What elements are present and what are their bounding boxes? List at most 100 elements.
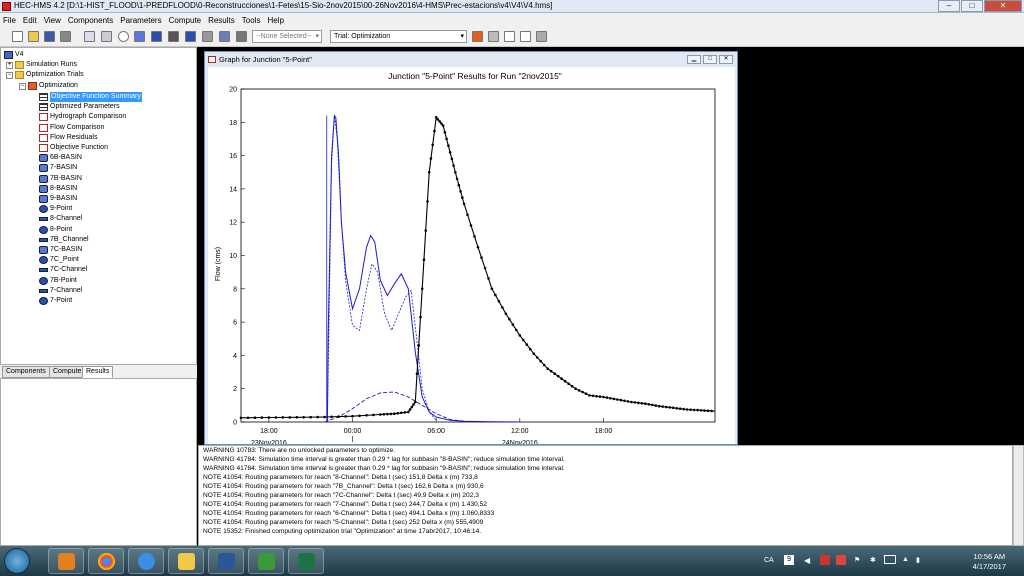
menu-file[interactable]: File	[3, 16, 16, 25]
start-button[interactable]	[4, 548, 30, 574]
tree-item-9-basin[interactable]: 9-BASIN	[39, 194, 77, 204]
tree-item-7b-point[interactable]: 7B-Point	[39, 276, 77, 286]
minimize-button[interactable]: –	[938, 0, 960, 12]
flag-icon[interactable]: ⚑	[854, 556, 860, 564]
menu-view[interactable]: View	[44, 16, 61, 25]
menu-edit[interactable]: Edit	[23, 16, 37, 25]
tree-item-8-basin[interactable]: 8-BASIN	[39, 184, 77, 194]
bluetooth-icon[interactable]: ✱	[870, 556, 876, 564]
taskbar-media-player[interactable]	[48, 548, 84, 574]
time-series-table-icon[interactable]	[536, 31, 547, 42]
zoom-tool-icon[interactable]	[118, 31, 129, 42]
graph-minimize-button[interactable]: ▁	[687, 55, 701, 64]
optimization-trial-icon	[28, 82, 37, 90]
system-tray: CA 9 ◀ ⚑ ✱ ▲ ▮ 10:56 AM 4/17/2017	[754, 546, 1024, 576]
tree-optimization[interactable]: − Optimization	[19, 81, 78, 91]
collapse-icon[interactable]: −	[6, 71, 13, 79]
tree-item-9-point[interactable]: 9-Point	[39, 204, 72, 214]
graph-window-titlebar[interactable]: Graph for Junction "5-Point"	[205, 52, 737, 67]
clock-date: 4/17/2017	[972, 562, 1006, 571]
tree-optimization-trials[interactable]: − Optimization Trials	[6, 70, 84, 80]
antivirus-icon[interactable]	[836, 555, 846, 565]
new-file-icon[interactable]	[12, 31, 23, 42]
battery-icon[interactable]	[884, 555, 896, 564]
clock[interactable]: 10:56 AM 4/17/2017	[973, 552, 1006, 572]
subbasin-tool-icon[interactable]	[134, 31, 145, 42]
source-tool-icon[interactable]	[219, 31, 230, 42]
hec-hms-icon	[258, 553, 275, 570]
data-point	[415, 372, 419, 376]
tree-item-7c-channel[interactable]: 7C-Channel	[39, 265, 87, 275]
compute-icon[interactable]	[472, 31, 483, 42]
arrow-tool-icon[interactable]	[84, 31, 95, 42]
tree-root[interactable]: V4	[4, 50, 24, 60]
trial-select-dropdown[interactable]: Trial: Optimization ▾	[330, 30, 467, 43]
open-folder-icon[interactable]	[28, 31, 39, 42]
global-summary-icon[interactable]	[488, 31, 499, 42]
graph-close-button[interactable]: ✕	[719, 55, 733, 64]
print-icon[interactable]	[60, 31, 71, 42]
sink-tool-icon[interactable]	[236, 31, 247, 42]
menu-parameters[interactable]: Parameters	[120, 16, 161, 25]
data-point	[424, 229, 427, 232]
element-select-dropdown[interactable]: --None Selected-- ▾	[252, 30, 322, 43]
menu-compute[interactable]: Compute	[169, 16, 201, 25]
reach-icon	[39, 268, 48, 273]
tree-item-7-channel[interactable]: 7-Channel	[39, 286, 82, 296]
tree-item-hydrograph-comparison[interactable]: Hydrograph Comparison	[39, 112, 126, 122]
pan-tool-icon[interactable]	[101, 31, 112, 42]
diversion-tool-icon[interactable]	[202, 31, 213, 42]
security-icon[interactable]	[820, 555, 830, 565]
maximize-button[interactable]: □	[961, 0, 983, 12]
tree-simulation-runs[interactable]: + Simulation Runs	[6, 60, 77, 70]
language-indicator[interactable]: CA	[764, 557, 774, 564]
taskbar-ie[interactable]	[128, 548, 164, 574]
taskbar-excel[interactable]	[288, 548, 324, 574]
taskbar-explorer[interactable]	[168, 548, 204, 574]
network-icon[interactable]: ▲	[902, 556, 909, 563]
taskbar-hec-hms[interactable]	[248, 548, 284, 574]
menu-tools[interactable]: Tools	[242, 16, 261, 25]
tree-item-objective-function-summary[interactable]: Objective Function Summary	[39, 92, 142, 102]
tree-item-optimized-parameters[interactable]: Optimized Parameters	[39, 102, 120, 112]
data-point	[358, 414, 361, 418]
tab-components[interactable]: Components	[2, 366, 50, 378]
close-button[interactable]: ✕	[984, 0, 1022, 12]
tree-item-flow-comparison[interactable]: Flow Comparison	[39, 123, 104, 133]
tab-results[interactable]: Results	[82, 366, 114, 378]
summary-table-icon[interactable]	[520, 31, 531, 42]
series-line-dashed-blue-1	[327, 115, 437, 423]
graph-results-icon[interactable]	[504, 31, 515, 42]
reservoir-tool-icon[interactable]	[168, 31, 179, 42]
tree-item-7b-channel[interactable]: 7B_Channel	[39, 235, 89, 245]
excel-icon	[298, 553, 315, 570]
volume-icon[interactable]: ◀	[804, 556, 810, 565]
data-point	[365, 414, 368, 417]
tree-item-7c-basin[interactable]: 7C-BASIN	[39, 245, 82, 255]
console-scrollbar[interactable]	[1013, 445, 1024, 546]
tree-item-7-basin[interactable]: 7-BASIN	[39, 163, 77, 173]
menu-help[interactable]: Help	[267, 16, 283, 25]
tree-item-8-channel[interactable]: 8-Channel	[39, 214, 82, 224]
graph-maximize-button[interactable]: □	[703, 55, 717, 64]
menu-components[interactable]: Components	[68, 16, 113, 25]
junction-tool-icon[interactable]	[185, 31, 196, 42]
graph-window[interactable]: Graph for Junction "5-Point" ▁ □ ✕ Junct…	[204, 51, 738, 447]
tree-item-8-point[interactable]: 8-Point	[39, 225, 72, 235]
menu-results[interactable]: Results	[208, 16, 235, 25]
tree-item-objective-function[interactable]: Objective Function	[39, 143, 108, 153]
tree-item-7c-point[interactable]: 7C_Point	[39, 255, 79, 265]
tree-item-7b-basin[interactable]: 7B-BASIN	[39, 174, 82, 184]
reach-tool-icon[interactable]	[151, 31, 162, 42]
tree-item-6b-basin[interactable]: 6B-BASIN	[39, 153, 82, 163]
taskbar-chrome[interactable]	[88, 548, 124, 574]
collapse-icon[interactable]: −	[19, 82, 26, 90]
expand-icon[interactable]: +	[6, 61, 13, 69]
tray-app-icon[interactable]: 9	[784, 555, 794, 565]
tree-item-flow-residuals[interactable]: Flow Residuals	[39, 133, 97, 143]
taskbar-word[interactable]	[208, 548, 244, 574]
tree-item-7-point[interactable]: 7-Point	[39, 296, 72, 306]
tab-compute[interactable]: Compute	[49, 366, 86, 378]
signal-icon[interactable]: ▮	[916, 556, 920, 564]
save-icon[interactable]	[44, 31, 55, 42]
